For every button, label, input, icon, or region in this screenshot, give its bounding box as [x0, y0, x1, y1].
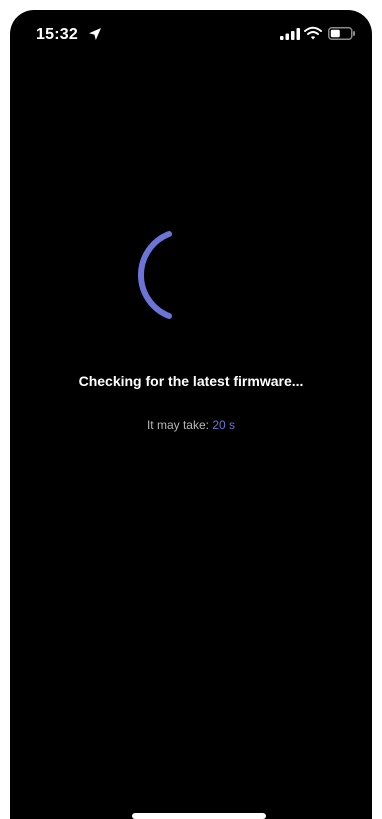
status-time: 15:32 — [36, 26, 78, 43]
app-screen: 15:32 Checking for the latest firmware..… — [10, 10, 372, 819]
battery-icon — [328, 27, 355, 40]
home-indicator[interactable] — [132, 813, 266, 819]
estimated-time-label: It may take: — [146, 418, 209, 432]
estimated-time: It may take: 20 s — [10, 418, 372, 432]
top-edge — [0, 0, 382, 10]
status-message: Checking for the latest firmware... — [78, 373, 304, 389]
cellular-signal-icon — [280, 28, 300, 40]
estimated-time-value: 20 s — [212, 418, 236, 432]
status-bar: 15:32 — [10, 10, 372, 58]
wifi-icon — [304, 26, 322, 40]
loading-spinner-icon — [137, 231, 172, 319]
location-arrow-icon — [89, 28, 101, 40]
